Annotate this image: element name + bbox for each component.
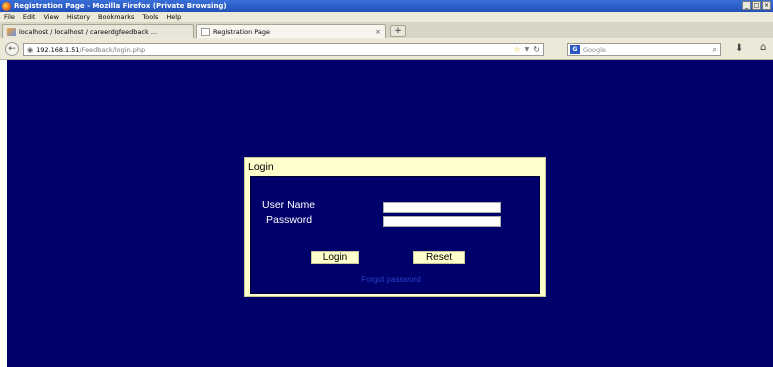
maximize-button[interactable]: □ bbox=[752, 1, 761, 10]
login-panel: Login User Name Password Login Reset For… bbox=[244, 157, 546, 297]
back-button[interactable]: ← bbox=[5, 42, 19, 56]
google-engine-icon[interactable]: G bbox=[570, 45, 580, 54]
menu-edit[interactable]: Edit bbox=[23, 13, 36, 21]
tab-bar: localhost / localhost / careerdgfeedback… bbox=[0, 22, 773, 38]
menu-bookmarks[interactable]: Bookmarks bbox=[98, 13, 134, 21]
phpmyadmin-icon bbox=[7, 27, 16, 36]
username-input[interactable] bbox=[383, 202, 501, 213]
url-bar-actions: ☆ ▼ ↻ bbox=[514, 45, 541, 55]
close-window-button[interactable]: × bbox=[762, 1, 771, 10]
menu-file[interactable]: File bbox=[4, 13, 15, 21]
url-dropdown-icon[interactable]: ▼ bbox=[525, 45, 530, 55]
password-input[interactable] bbox=[383, 216, 501, 227]
new-tab-button[interactable]: + bbox=[390, 25, 406, 37]
window-titlebar: Registration Page - Mozilla Firefox (Pri… bbox=[0, 0, 773, 12]
tab-phpmyadmin[interactable]: localhost / localhost / careerdgfeedback… bbox=[2, 24, 194, 38]
menu-view[interactable]: View bbox=[43, 13, 58, 21]
search-icon[interactable]: ⌕ bbox=[713, 45, 717, 55]
minimize-button[interactable]: _ bbox=[742, 1, 751, 10]
url-bar[interactable]: ◉ 192.168.1.51 /Feedback/login.php ☆ ▼ ↻ bbox=[23, 43, 544, 56]
tab-registration-page[interactable]: Registration Page × bbox=[196, 24, 386, 38]
tab-label: Registration Page bbox=[213, 27, 270, 36]
login-form: User Name Password Login Reset Forgot pa… bbox=[250, 176, 540, 294]
page-icon bbox=[201, 27, 210, 36]
page-viewport: Login User Name Password Login Reset For… bbox=[7, 60, 773, 367]
menu-bar: File Edit View History Bookmarks Tools H… bbox=[0, 12, 773, 22]
menu-tools[interactable]: Tools bbox=[142, 13, 158, 21]
reload-icon[interactable]: ↻ bbox=[533, 45, 540, 55]
close-tab-icon[interactable]: × bbox=[375, 28, 381, 36]
home-icon[interactable]: ⌂ bbox=[760, 42, 766, 53]
menu-help[interactable]: Help bbox=[166, 13, 181, 21]
navigation-bar: ← ◉ 192.168.1.51 /Feedback/login.php ☆ ▼… bbox=[0, 38, 773, 60]
password-label: Password bbox=[266, 214, 313, 226]
tab-label: localhost / localhost / careerdgfeedback… bbox=[19, 27, 158, 36]
search-placeholder: Google bbox=[583, 45, 606, 54]
login-button[interactable]: Login bbox=[311, 251, 359, 264]
site-identity-icon[interactable]: ◉ bbox=[27, 46, 33, 54]
window-controls: _ □ × bbox=[742, 1, 771, 10]
bookmark-star-icon[interactable]: ☆ bbox=[514, 45, 521, 55]
search-bar[interactable]: G Google ⌕ bbox=[567, 43, 721, 56]
url-host: 192.168.1.51 bbox=[36, 45, 80, 54]
url-path: /Feedback/login.php bbox=[79, 45, 146, 54]
login-title: Login bbox=[248, 161, 274, 173]
forgot-password-link[interactable]: Forgot password bbox=[346, 275, 436, 284]
window-title: Registration Page - Mozilla Firefox (Pri… bbox=[14, 2, 227, 10]
menu-history[interactable]: History bbox=[67, 13, 90, 21]
reset-button[interactable]: Reset bbox=[413, 251, 465, 264]
firefox-logo-icon bbox=[2, 1, 11, 11]
download-icon[interactable]: ⬇ bbox=[735, 43, 743, 54]
username-label: User Name bbox=[262, 199, 316, 211]
